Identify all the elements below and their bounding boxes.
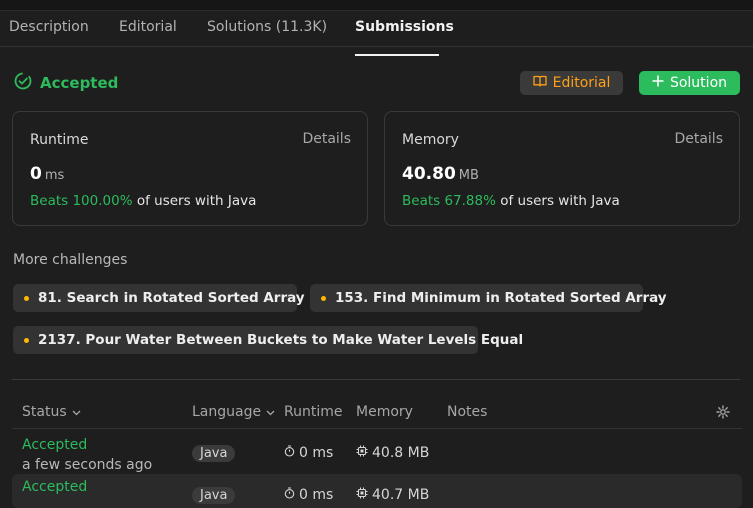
language-badge: Java: [192, 445, 236, 462]
row-runtime: 0 ms: [284, 487, 333, 503]
memory-value-group: 40.80 MB: [402, 164, 479, 184]
language-header-label: Language: [192, 404, 262, 420]
memory-card[interactable]: Memory Details 40.80 MB Beats 67.88% of u…: [384, 111, 740, 226]
submission-time: a few seconds ago: [22, 457, 153, 473]
editorial-button-label: Editorial: [552, 75, 611, 91]
runtime-unit: ms: [44, 168, 65, 183]
memory-beats-suffix: of users with Java: [500, 193, 620, 209]
section-divider: [12, 379, 740, 380]
runtime-card[interactable]: Runtime Details 0 ms Beats 100.00% of use…: [12, 111, 368, 226]
challenge-chip[interactable]: 153. Find Minimum in Rotated Sorted Arra…: [310, 284, 667, 312]
row-runtime: 0 ms: [284, 445, 333, 461]
status-column-header[interactable]: Status: [22, 404, 81, 420]
challenge-title: 81. Search in Rotated Sorted Array II: [38, 290, 320, 306]
row-runtime-value: 0 ms: [299, 487, 334, 503]
runtime-column-header: Runtime: [284, 404, 342, 420]
row-memory: 40.7 MB: [356, 487, 429, 503]
runtime-beats-suffix: of users with Java: [136, 193, 257, 209]
runtime-value-group: 0 ms: [30, 164, 64, 184]
difficulty-dot-icon: [24, 337, 29, 343]
memory-details-link[interactable]: Details: [674, 131, 723, 147]
tab-submissions[interactable]: Submissions: [355, 19, 454, 35]
chip-icon: [356, 445, 368, 461]
language-badge: Java: [192, 487, 236, 504]
row-memory-value: 40.8 MB: [372, 445, 430, 461]
settings-icon[interactable]: [716, 405, 730, 419]
tab-description[interactable]: Description: [9, 19, 89, 35]
timer-icon: [284, 487, 295, 503]
book-icon: [532, 75, 547, 91]
active-tab-indicator: [355, 54, 439, 56]
row-runtime-value: 0 ms: [299, 445, 334, 461]
tab-editorial[interactable]: Editorial: [119, 19, 177, 35]
row-memory-value: 40.7 MB: [372, 487, 430, 503]
solution-button-label: Solution: [669, 75, 728, 91]
language-column-header[interactable]: Language: [192, 404, 275, 420]
runtime-label: Runtime: [30, 132, 89, 148]
more-challenges-heading: More challenges: [13, 252, 128, 268]
submission-status[interactable]: Accepted: [22, 437, 87, 453]
solution-button[interactable]: Solution: [639, 71, 740, 95]
challenge-title: 2137. Pour Water Between Buckets to Make…: [38, 332, 524, 348]
memory-label: Memory: [402, 132, 459, 148]
notes-header-label: Notes: [447, 404, 488, 420]
memory-header-label: Memory: [356, 404, 413, 420]
difficulty-dot-icon: [24, 295, 29, 301]
plus-icon: [652, 75, 664, 91]
memory-beats-percent: Beats 67.88%: [402, 193, 496, 209]
memory-beats: Beats 67.88% of users with Java: [402, 193, 620, 209]
accepted-label: Accepted: [40, 74, 119, 92]
runtime-value: 0: [30, 164, 42, 184]
table-row[interactable]: Accepted Java 0 ms 40.7 MB: [12, 474, 742, 508]
tab-bar: Description Editorial Solutions (11.3K) …: [0, 10, 753, 56]
tab-solutions[interactable]: Solutions (11.3K): [207, 19, 327, 35]
editorial-button[interactable]: Editorial: [520, 71, 623, 95]
table-row[interactable]: Accepted a few seconds ago Java 0 ms 40.…: [12, 431, 742, 475]
memory-unit: MB: [458, 168, 479, 183]
challenge-title: 153. Find Minimum in Rotated Sorted Arra…: [335, 290, 667, 306]
runtime-beats-percent: Beats 100.00%: [30, 193, 133, 209]
runtime-header-label: Runtime: [284, 404, 343, 420]
notes-column-header: Notes: [447, 404, 487, 420]
chevron-down-icon: [72, 404, 81, 420]
submissions-table-header: Status Language Runtime Memory Notes: [12, 396, 742, 429]
check-circle-icon: [14, 72, 32, 94]
accepted-status: Accepted: [14, 72, 118, 94]
status-header-label: Status: [22, 404, 67, 420]
runtime-beats: Beats 100.00% of users with Java: [30, 193, 256, 209]
row-memory: 40.8 MB: [356, 445, 429, 461]
memory-value: 40.80: [402, 164, 456, 184]
difficulty-dot-icon: [321, 295, 326, 301]
chevron-down-icon: [266, 404, 275, 420]
chip-icon: [356, 487, 368, 503]
runtime-details-link[interactable]: Details: [302, 131, 351, 147]
timer-icon: [284, 445, 295, 461]
memory-column-header: Memory: [356, 404, 413, 420]
submission-status[interactable]: Accepted: [22, 479, 87, 495]
challenge-chip[interactable]: 81. Search in Rotated Sorted Array II: [13, 284, 319, 312]
challenge-chip[interactable]: 2137. Pour Water Between Buckets to Make…: [13, 326, 523, 354]
